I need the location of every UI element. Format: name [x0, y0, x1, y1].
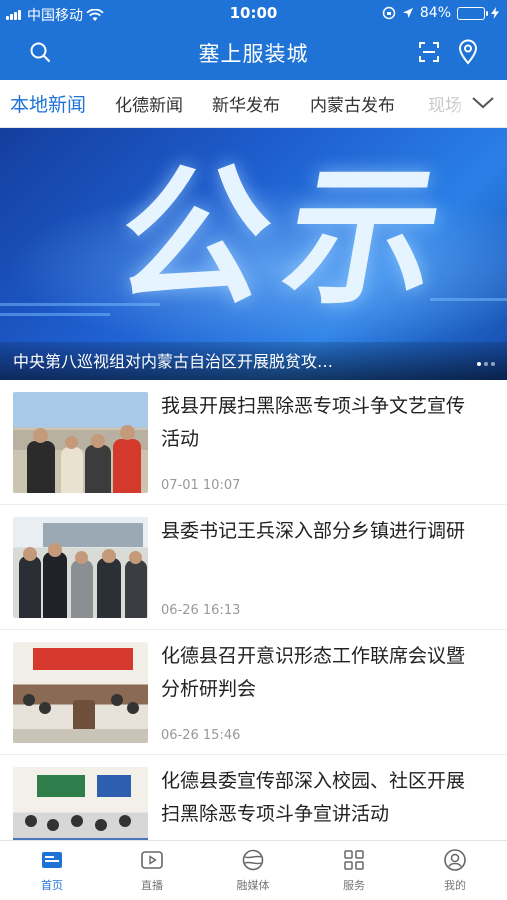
live-icon: [141, 851, 163, 869]
service-icon: [344, 850, 364, 870]
scan-icon: [419, 42, 439, 62]
location-button[interactable]: [455, 39, 481, 65]
news-thumbnail: [13, 517, 148, 618]
bottom-nav: 首页 直播 融媒体 服务 我的: [0, 840, 507, 900]
news-thumbnail: [13, 642, 148, 743]
carousel-dot: [491, 362, 495, 366]
banner-caption: 中央第八巡视组对内蒙古自治区开展脱贫攻…: [13, 352, 334, 371]
bottom-nav-label: 融媒体: [236, 879, 270, 892]
banner-carousel[interactable]: 公示 中央第八巡视组对内蒙古自治区开展脱贫攻…: [0, 128, 507, 380]
tab-huade-news[interactable]: 化德新闻: [115, 91, 183, 116]
chevron-down-icon: [472, 97, 494, 109]
news-thumbnail: [13, 392, 148, 493]
bottom-nav-label: 我的: [444, 879, 466, 892]
tab-local-news[interactable]: 本地新闻: [10, 90, 86, 117]
location-pin-icon: [458, 39, 478, 65]
news-title: 我县开展扫黑除恶专项斗争文艺宣传活动: [161, 395, 466, 450]
battery-icon: [457, 6, 488, 20]
news-item[interactable]: 化德县召开意识形态工作联席会议暨分析研判会 06-26 15:46: [0, 630, 507, 755]
scan-button[interactable]: [416, 39, 442, 65]
bottom-nav-service[interactable]: 服务: [314, 847, 394, 893]
bottom-nav-home[interactable]: 首页: [12, 847, 92, 893]
news-item[interactable]: 我县开展扫黑除恶专项斗争文艺宣传活动 07-01 10:07: [0, 380, 507, 505]
bottom-nav-profile[interactable]: 我的: [415, 847, 495, 893]
carousel-dot: [484, 362, 488, 366]
location-arrow-icon: [402, 8, 413, 18]
news-title: 化德县召开意识形态工作联席会议暨分析研判会: [161, 645, 466, 700]
bottom-nav-label: 首页: [41, 879, 63, 892]
news-date: 06-26 16:13: [161, 603, 241, 618]
app-screen: 中国移动 10:00 84% 塞上服装城 本地新闻 化德新闻 新华发布 内蒙古发…: [0, 0, 507, 900]
home-icon: [42, 852, 62, 868]
news-date: 06-26 15:46: [161, 728, 241, 743]
bottom-nav-label: 服务: [343, 879, 365, 892]
news-date: 07-01 10:07: [161, 478, 241, 493]
news-title: 化德县委宣传部深入校园、社区开展扫黑除恶专项斗争宣讲活动: [161, 770, 466, 825]
category-tabs: 本地新闻 化德新闻 新华发布 内蒙古发布 现场: [0, 80, 507, 128]
tabs-more-button[interactable]: [453, 80, 507, 126]
top-bar: 中国移动 10:00 84% 塞上服装城: [0, 0, 507, 80]
tab-inner-mongolia[interactable]: 内蒙古发布: [310, 91, 395, 116]
bottom-nav-media[interactable]: 融媒体: [213, 847, 293, 893]
banner-image-text: 公示: [104, 151, 472, 325]
bottom-nav-live[interactable]: 直播: [112, 847, 192, 893]
profile-icon: [444, 849, 466, 871]
media-icon: [242, 849, 264, 871]
carousel-indicator: [477, 362, 495, 366]
charging-icon: [491, 7, 499, 19]
status-right: 84%: [382, 5, 499, 21]
news-item[interactable]: 县委书记王兵深入部分乡镇进行调研 06-26 16:13: [0, 505, 507, 630]
tab-xinhua[interactable]: 新华发布: [212, 91, 280, 116]
news-list: 我县开展扫黑除恶专项斗争文艺宣传活动 07-01 10:07 县委书记王兵深入部…: [0, 380, 507, 880]
bottom-nav-label: 直播: [141, 879, 163, 892]
battery-percent: 84%: [419, 5, 451, 21]
nav-row: 塞上服装城: [0, 28, 507, 78]
status-bar: 中国移动 10:00 84%: [0, 0, 507, 28]
banner-stripe: [0, 313, 110, 316]
news-title: 县委书记王兵深入部分乡镇进行调研: [161, 520, 466, 542]
rotation-lock-icon: [382, 6, 396, 20]
carousel-dot-active: [477, 362, 481, 366]
